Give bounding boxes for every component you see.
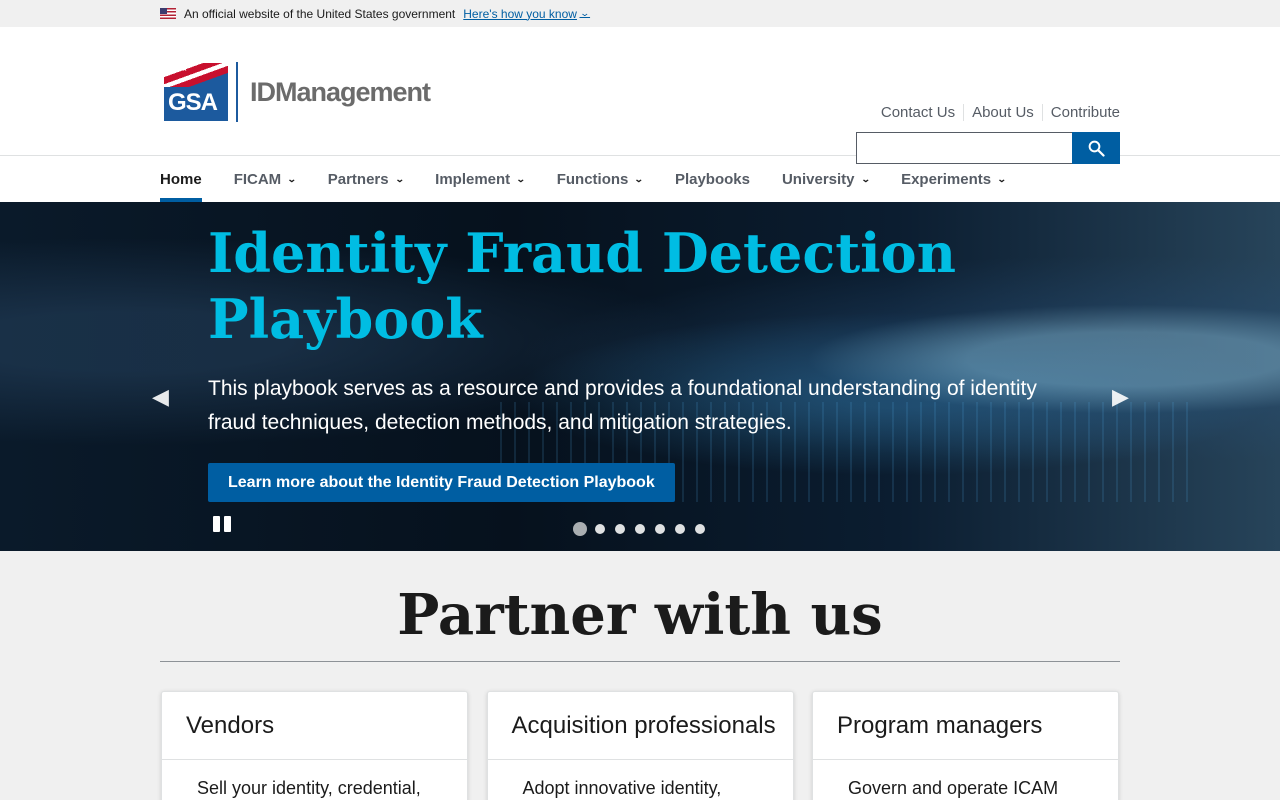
nav-playbooks[interactable]: Playbooks xyxy=(675,156,750,202)
nav-home-label: Home xyxy=(160,170,202,188)
card-acquisition-professionals: Acquisition professionals Adopt innovati… xyxy=(486,691,794,800)
carousel-dot[interactable] xyxy=(615,524,625,534)
card-vendors: Vendors Sell your identity, credential, xyxy=(161,691,468,800)
carousel-dots xyxy=(573,522,715,536)
hero-title: Identity Fraud Detection Playbook xyxy=(208,221,956,351)
carousel-next-arrow-icon[interactable]: ▶ xyxy=(1112,384,1129,410)
nav-ficam[interactable]: FICAM ⌄ xyxy=(233,156,297,202)
partner-cards: Vendors Sell your identity, credential, … xyxy=(161,691,1119,800)
us-flag-icon xyxy=(160,8,176,19)
nav-functions-label: Functions xyxy=(556,170,629,188)
hero-carousel: Identity Fraud Detection Playbook This p… xyxy=(0,202,1280,551)
util-link-about-us[interactable]: About Us xyxy=(963,104,1042,121)
partner-section: Partner with us Vendors Sell your identi… xyxy=(0,579,1280,800)
gsa-logo-text: GSA xyxy=(168,89,218,116)
carousel-dot[interactable] xyxy=(655,524,665,534)
nav-partners-label: Partners xyxy=(327,170,389,188)
nav-university[interactable]: University ⌄ xyxy=(781,156,871,202)
carousel-dot[interactable] xyxy=(695,524,705,534)
nav-university-label: University xyxy=(781,170,855,188)
chevron-down-icon: ⌄ xyxy=(634,173,645,184)
site-header: ★★★ GSA IDManagement Contact Us About Us… xyxy=(0,27,1280,164)
nav-playbooks-label: Playbooks xyxy=(674,170,750,188)
carousel-dot[interactable] xyxy=(573,522,587,536)
gov-banner: An official website of the United States… xyxy=(0,0,1280,27)
gsa-logo-icon: ★★★ GSA xyxy=(164,63,228,121)
heres-how-you-know-link[interactable]: Here's how you know ⌄ xyxy=(463,6,591,21)
carousel-prev-arrow-icon[interactable]: ◀ xyxy=(152,384,169,410)
chevron-down-icon: ⌄ xyxy=(860,173,871,184)
chevron-down-icon: ⌄ xyxy=(287,173,297,184)
heres-how-you-know-label: Here's how you know xyxy=(463,6,577,21)
chevron-down-icon: ⌄ xyxy=(394,173,405,184)
utility-nav: Contact Us About Us Contribute xyxy=(873,104,1120,121)
chevron-down-icon: ⌄ xyxy=(996,173,1007,184)
nav-implement-label: Implement xyxy=(435,170,511,188)
nav-implement[interactable]: Implement ⌄ xyxy=(435,156,526,202)
nav-ficam-label: FICAM xyxy=(233,170,282,188)
util-link-contribute[interactable]: Contribute xyxy=(1041,104,1120,121)
carousel-dot[interactable] xyxy=(635,524,645,534)
card-body: Govern and operate ICAM xyxy=(848,778,1059,798)
carousel-pause-icon[interactable] xyxy=(213,516,231,532)
carousel-dot[interactable] xyxy=(595,524,605,534)
chevron-down-icon: ⌄ xyxy=(579,8,591,18)
search-icon xyxy=(1088,140,1105,157)
nav-partners[interactable]: Partners ⌄ xyxy=(327,156,405,202)
card-body: Adopt innovative identity, xyxy=(522,778,722,798)
card-program-managers: Program managers Govern and operate ICAM xyxy=(812,691,1119,800)
card-title: Acquisition professionals xyxy=(487,692,793,760)
gov-banner-text: An official website of the United States… xyxy=(184,6,456,21)
card-title: Program managers xyxy=(813,692,1118,760)
card-body: Sell your identity, credential, xyxy=(197,778,421,798)
partner-title: Partner with us xyxy=(397,582,883,648)
nav-functions[interactable]: Functions ⌄ xyxy=(556,156,645,202)
logo-divider xyxy=(236,62,238,122)
logo-name: IDManagement xyxy=(250,76,431,107)
site-logo[interactable]: ★★★ GSA IDManagement xyxy=(164,62,431,122)
util-link-contact-us[interactable]: Contact Us xyxy=(873,104,963,121)
chevron-down-icon: ⌄ xyxy=(516,173,526,184)
card-title: Vendors xyxy=(162,692,467,760)
nav-experiments[interactable]: Experiments ⌄ xyxy=(901,156,1007,202)
partner-divider xyxy=(160,661,1120,662)
hero-text: This playbook serves as a resource and p… xyxy=(208,377,1037,434)
nav-experiments-label: Experiments xyxy=(901,170,992,188)
search-button[interactable] xyxy=(1072,132,1120,164)
carousel-dot[interactable] xyxy=(675,524,685,534)
nav-home[interactable]: Home xyxy=(160,156,202,202)
hero-learn-more-button[interactable]: Learn more about the Identity Fraud Dete… xyxy=(208,463,675,502)
